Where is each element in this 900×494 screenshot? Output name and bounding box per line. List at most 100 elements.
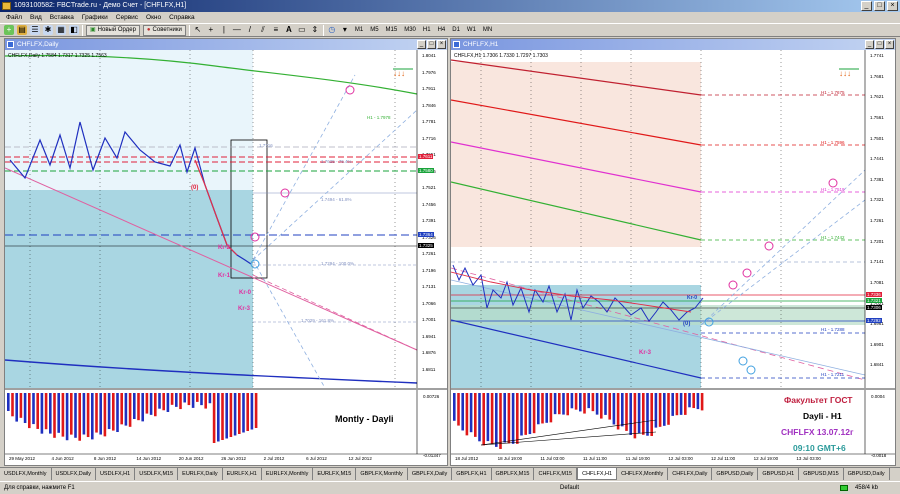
histogram-bar xyxy=(675,393,679,416)
left-chart-canvas[interactable]: ↓↓↓ xyxy=(5,50,447,465)
chart-tab[interactable]: USDLFX,H1 xyxy=(96,468,136,480)
indicator-label: -0.0018 xyxy=(871,453,887,458)
menu-tools[interactable]: Сервис xyxy=(116,12,138,23)
chart-tab[interactable]: CHFLFX,Monthly xyxy=(617,468,669,480)
timeframe-m5[interactable]: M5 xyxy=(368,27,380,33)
level-label: H1 - 1.7519 xyxy=(821,187,845,192)
wave-label: (0) xyxy=(683,321,691,327)
period-icon[interactable]: ◷ xyxy=(327,25,337,35)
chart-tab[interactable]: GBPLFX,Daily xyxy=(408,468,453,480)
fib-label: H1 - 1.7978 xyxy=(367,115,391,120)
chart-tab[interactable]: GBPUSD,H1 xyxy=(758,468,800,480)
arrows-icon[interactable]: ⇕ xyxy=(310,25,320,35)
vertical-line-icon[interactable]: | xyxy=(219,25,229,35)
timeframe-m30[interactable]: M30 xyxy=(402,27,418,33)
chart-tab[interactable]: GBPUSD,Daily xyxy=(844,468,890,480)
chart-tab[interactable]: GBPUSD,M15 xyxy=(799,468,844,480)
date-axis-label: 20 Jun 2012 xyxy=(178,456,204,461)
date-axis-label: 2 Jul 2012 xyxy=(263,456,285,461)
menu-insert[interactable]: Вставка xyxy=(50,12,74,23)
histogram-bar xyxy=(187,393,191,406)
chart-tab[interactable]: EURLFX,Daily xyxy=(178,468,223,480)
menu-window[interactable]: Окно xyxy=(146,12,161,23)
price-axis-label: 1.6901 xyxy=(870,341,884,347)
chart-tab[interactable]: CHFLFX,Daily xyxy=(668,468,713,480)
text-tool-icon[interactable]: A xyxy=(284,25,294,35)
histogram-bar xyxy=(141,393,144,422)
chart-tab[interactable]: GBPLFX,H1 xyxy=(452,468,492,480)
histogram-bar xyxy=(32,393,35,425)
maximize-button[interactable]: □ xyxy=(874,1,885,11)
fibonacci-icon[interactable]: ≡ xyxy=(271,25,281,35)
date-axis-label: 6 Jul 2012 xyxy=(306,456,327,461)
timeframe-h1[interactable]: H1 xyxy=(421,27,433,33)
left-chart-close-button[interactable]: × xyxy=(437,40,446,49)
right-chart-title-bar[interactable]: CHFLFX,H1 _ □ × xyxy=(451,39,895,50)
new-order-button[interactable]: ▣ Новый Ордер xyxy=(86,24,140,36)
level-label: H1 - 1.7211 xyxy=(821,372,845,377)
chart-tab[interactable]: USDLFX,Daily xyxy=(52,468,96,480)
chart-tab[interactable]: GBPUSD,Daily xyxy=(712,468,759,480)
right-chart-close-button[interactable]: × xyxy=(885,40,894,49)
left-chart-maximize-button[interactable]: □ xyxy=(427,40,436,49)
navigator-icon[interactable]: ✱ xyxy=(43,25,53,35)
menu-file[interactable]: Файл xyxy=(6,12,22,23)
label-tool-icon[interactable]: ▭ xyxy=(297,25,307,35)
chart-tab[interactable]: EURLFX,H1 xyxy=(223,468,262,480)
channel-icon[interactable]: ⫽ xyxy=(258,25,268,35)
close-button[interactable]: × xyxy=(887,1,898,11)
timeframe-mn[interactable]: MN xyxy=(481,27,494,33)
market-watch-icon[interactable]: ☰ xyxy=(30,25,40,35)
histogram-bar xyxy=(469,393,473,433)
histogram-bar xyxy=(112,393,115,431)
menu-view[interactable]: Вид xyxy=(30,12,42,23)
price-axis-label: 1.7321 xyxy=(870,197,884,203)
menu-charts[interactable]: Графики xyxy=(82,12,108,23)
histogram-bar xyxy=(28,393,31,429)
support-zone xyxy=(5,190,253,388)
trendline-icon[interactable]: / xyxy=(245,25,255,35)
status-traffic: 458/4 kb xyxy=(854,485,878,491)
date-axis-label: 29 May 2012 xyxy=(9,456,36,461)
right-chart-minimize-button[interactable]: _ xyxy=(865,40,874,49)
templates-icon[interactable]: ▾ xyxy=(340,25,350,35)
right-chart-window[interactable]: CHFLFX,H1 _ □ × ↓↓↓ CHFLFX,H1 1.7306 1.7… xyxy=(450,38,896,466)
tester-icon[interactable]: ◧ xyxy=(69,25,79,35)
histogram-bar xyxy=(688,393,691,408)
expert-advisors-button[interactable]: ● Советники xyxy=(142,24,186,36)
timeframe-w1[interactable]: W1 xyxy=(465,27,478,33)
chart-tab[interactable]: EURLFX,M15 xyxy=(313,468,357,480)
chart-tab[interactable]: GBPLFX,M15 xyxy=(492,468,535,480)
date-axis-label: 13 Jul 03:00 xyxy=(796,456,821,461)
wave-label: Kr-2 xyxy=(218,245,231,251)
left-chart-minimize-button[interactable]: _ xyxy=(417,40,426,49)
left-chart-title-bar[interactable]: CHFLFX,Daily _ □ × xyxy=(5,39,447,50)
cursor-icon[interactable]: ↖ xyxy=(193,25,203,35)
open-profile-icon[interactable]: ▤ xyxy=(17,25,27,35)
chart-tab[interactable]: USDLFX,Monthly xyxy=(0,468,52,480)
minimize-button[interactable]: _ xyxy=(861,1,872,11)
chart-tab[interactable]: CHFLFX,H1 xyxy=(577,468,618,480)
timeframe-m15[interactable]: M15 xyxy=(384,27,400,33)
menu-help[interactable]: Справка xyxy=(169,12,195,23)
histogram-bar xyxy=(196,393,199,402)
crosshair-icon[interactable]: + xyxy=(206,25,216,35)
chart-tab[interactable]: USDLFX,M15 xyxy=(135,468,179,480)
timeframe-m1[interactable]: M1 xyxy=(353,27,365,33)
chart-tab[interactable]: EURLFX,Monthly xyxy=(262,468,314,480)
new-chart-icon[interactable]: + xyxy=(4,25,14,35)
timeframe-d1[interactable]: D1 xyxy=(450,27,462,33)
price-axis-label: 1.7081 xyxy=(870,279,884,285)
histogram-bar xyxy=(225,393,228,439)
left-chart-window[interactable]: CHFLFX,Daily _ □ × ↓↓↓ CHFLFX,Daily 1.75… xyxy=(4,38,448,466)
terminal-icon[interactable]: ▦ xyxy=(56,25,66,35)
price-axis-label: 1.7976 xyxy=(422,69,436,75)
chart-tab[interactable]: CHFLFX,M15 xyxy=(534,468,578,480)
chart-tab[interactable]: GBPLFX,Monthly xyxy=(356,468,408,480)
right-chart-maximize-button[interactable]: □ xyxy=(875,40,884,49)
timeframe-h4[interactable]: H4 xyxy=(436,27,448,33)
fib-label: 1.7294 - 100.0% xyxy=(321,261,355,266)
date-axis-label: 18 Jul 19:00 xyxy=(497,456,523,461)
horizontal-line-icon[interactable]: — xyxy=(232,25,242,35)
histogram-bar xyxy=(637,393,641,433)
